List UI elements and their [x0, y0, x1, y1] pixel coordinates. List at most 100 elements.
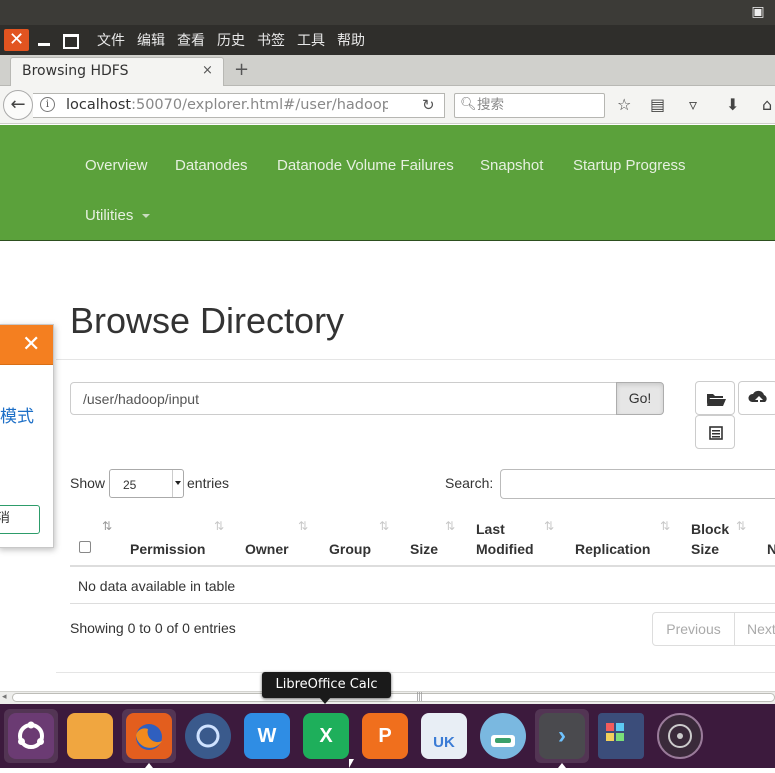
- indicator-icon[interactable]: ▣: [749, 5, 767, 20]
- dock-wps-spreadsheets[interactable]: X: [299, 709, 353, 763]
- tab-close-icon[interactable]: ×: [202, 63, 213, 79]
- sort-icon[interactable]: ⇅: [298, 519, 308, 533]
- dock-settings[interactable]: [181, 709, 235, 763]
- reload-icon[interactable]: ↻: [422, 96, 435, 114]
- col-group[interactable]: Group: [329, 539, 371, 559]
- new-tab-button[interactable]: +: [234, 60, 249, 80]
- nav-startup-progress[interactable]: Startup Progress: [573, 157, 686, 175]
- go-button[interactable]: Go!: [616, 382, 664, 415]
- url-text[interactable]: localhost:50070/explorer.html#/user/hado…: [66, 96, 388, 114]
- nav-snapshot[interactable]: Snapshot: [480, 157, 543, 175]
- dock-ubuntu-dash[interactable]: [4, 709, 58, 763]
- spreadsheet-icon: X: [303, 713, 349, 759]
- tooltip-arrow: [319, 697, 331, 704]
- col-last-modified-line1[interactable]: Last: [476, 519, 505, 539]
- top-panel: [0, 0, 775, 25]
- terminal-running-indicator: [558, 763, 566, 768]
- nav-volume-failures[interactable]: Datanode Volume Failures: [277, 157, 454, 175]
- nav-datanodes[interactable]: Datanodes: [175, 157, 248, 175]
- menu-help[interactable]: 帮助: [337, 31, 365, 51]
- ubuntu-logo-icon: [8, 713, 54, 759]
- folder-open-icon: [707, 394, 726, 406]
- table-search-input[interactable]: [500, 469, 775, 499]
- search-icon: 🔍︎: [460, 97, 477, 112]
- directory-path-value: /user/hadoop/input: [83, 391, 199, 407]
- sort-asc-icon[interactable]: ⇅: [102, 519, 112, 533]
- page-title: Browse Directory: [70, 300, 345, 341]
- scrollbar-thumb[interactable]: [12, 693, 775, 702]
- word-processor-icon: W: [244, 713, 290, 759]
- software-bag-icon: UK: [421, 713, 467, 759]
- home-icon[interactable]: ⌂: [762, 95, 772, 115]
- dock-firefox[interactable]: [122, 709, 176, 763]
- show-label: Show: [70, 475, 106, 491]
- col-name[interactable]: N: [767, 539, 775, 559]
- settings-globe-icon: [185, 713, 231, 759]
- create-directory-button[interactable]: [695, 381, 735, 415]
- menu-view[interactable]: 查看: [177, 31, 205, 51]
- search-placeholder: 搜索: [477, 97, 504, 113]
- upload-button[interactable]: [738, 381, 775, 415]
- previous-page-button[interactable]: Previous: [652, 612, 735, 646]
- pocket-icon[interactable]: ▿: [689, 95, 697, 115]
- search-label: Search:: [445, 475, 494, 491]
- dialog-mode-text[interactable]: 模式: [0, 406, 34, 428]
- url-host: localhost: [66, 97, 132, 113]
- close-icon[interactable]: ✕: [22, 333, 40, 357]
- menu-bookmarks[interactable]: 书签: [257, 31, 285, 51]
- scrollbar-grip-icon: |||: [416, 692, 423, 702]
- download-icon[interactable]: ⬇: [726, 95, 739, 115]
- col-replication[interactable]: Replication: [575, 539, 650, 559]
- menu-file[interactable]: 文件: [97, 31, 125, 51]
- empty-table-message: No data available in table: [78, 578, 236, 594]
- select-all-checkbox[interactable]: [79, 541, 91, 553]
- table-header-divider: [70, 565, 775, 567]
- scroll-left-icon[interactable]: ◂: [2, 692, 7, 703]
- table-body-divider: [70, 603, 775, 604]
- window-close-button[interactable]: ✕: [4, 29, 29, 51]
- nav-overview[interactable]: Overview: [85, 157, 148, 175]
- col-block-size[interactable]: Size: [691, 539, 719, 559]
- dock-files[interactable]: [63, 709, 117, 763]
- bookmark-star-icon[interactable]: ☆: [617, 95, 631, 115]
- col-block-size-line1[interactable]: Block: [691, 519, 729, 539]
- workspace-grid-icon: [598, 713, 644, 759]
- col-permission[interactable]: Permission: [130, 539, 205, 559]
- chevron-down-icon: [142, 214, 150, 218]
- window-minimize-button[interactable]: [33, 29, 55, 51]
- dock-workspaces[interactable]: [594, 709, 648, 763]
- url-path: :50070/explorer.html#/user/hadoop/in: [131, 97, 388, 113]
- col-owner[interactable]: Owner: [245, 539, 289, 559]
- col-size[interactable]: Size: [410, 539, 438, 559]
- mouse-cursor-icon: [349, 759, 354, 768]
- site-info-icon[interactable]: i: [40, 97, 55, 112]
- menu-tools[interactable]: 工具: [297, 31, 325, 51]
- dock-terminal[interactable]: ›: [535, 709, 589, 763]
- robot-icon: [480, 713, 526, 759]
- sort-icon[interactable]: ⇅: [544, 519, 554, 533]
- reading-list-icon[interactable]: ▤: [650, 95, 665, 115]
- sort-icon[interactable]: ⇅: [379, 519, 389, 533]
- footer-divider: [56, 672, 775, 673]
- back-arrow-icon[interactable]: ←: [3, 90, 33, 120]
- col-last-modified[interactable]: Modified: [476, 539, 534, 559]
- firefox-icon: [126, 713, 172, 759]
- window-maximize-button[interactable]: [58, 29, 80, 51]
- dock-dvd-burner[interactable]: [653, 709, 707, 763]
- dock-software-center[interactable]: UK: [417, 709, 471, 763]
- next-page-button[interactable]: Next: [734, 612, 775, 646]
- menu-edit[interactable]: 编辑: [137, 31, 165, 51]
- sort-icon[interactable]: ⇅: [736, 519, 746, 533]
- sort-icon[interactable]: ⇅: [660, 519, 670, 533]
- dock-network-manager[interactable]: [476, 709, 530, 763]
- cut-paste-button[interactable]: [695, 415, 735, 449]
- terminal-chevron-icon: ›: [539, 713, 585, 759]
- entries-per-page-value: 25: [123, 478, 137, 492]
- sort-icon[interactable]: ⇅: [445, 519, 455, 533]
- cloud-upload-icon: [748, 390, 767, 405]
- nav-utilities[interactable]: Utilities: [85, 207, 133, 225]
- sort-icon[interactable]: ⇅: [214, 519, 224, 533]
- dock-wps-presentation[interactable]: P: [358, 709, 412, 763]
- menu-history[interactable]: 历史: [217, 31, 245, 51]
- dock-wps-writer[interactable]: W: [240, 709, 294, 763]
